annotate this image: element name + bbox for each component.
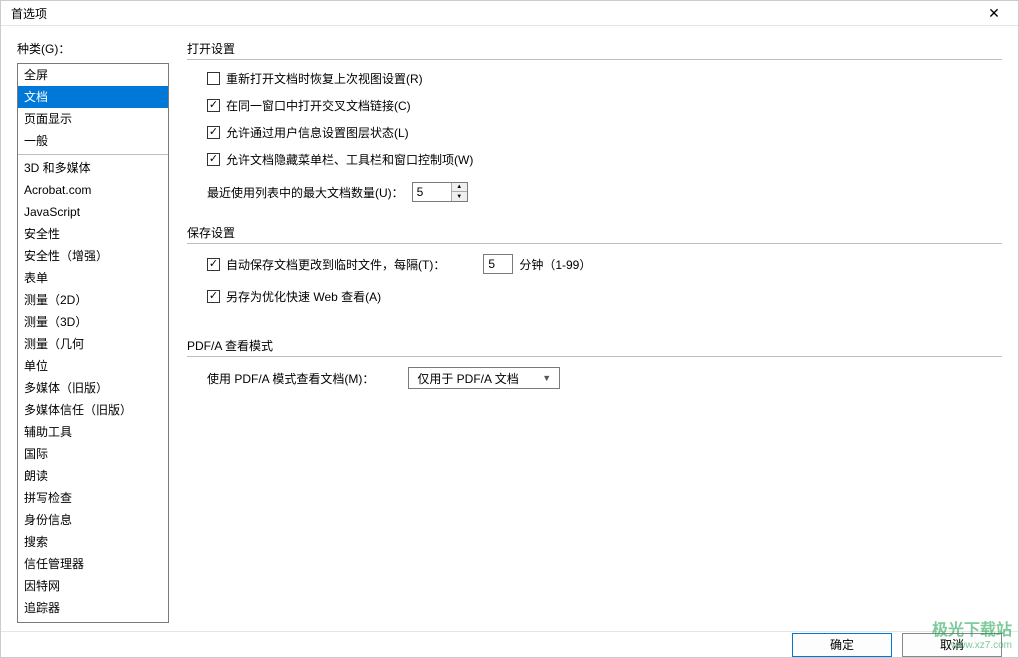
category-item[interactable]: 追踪器 [18,597,168,619]
layer-state-row[interactable]: 允许通过用户信息设置图层状态(L) [207,124,1002,141]
category-item[interactable]: 信任管理器 [18,553,168,575]
fast-web-label: 另存为优化快速 Web 查看(A) [226,288,381,305]
recent-docs-row: 最近使用列表中的最大文档数量(U)： ▲ ▼ [207,182,1002,202]
category-item[interactable]: 辅助工具 [18,421,168,443]
divider [187,59,1002,60]
category-item[interactable]: 3D 和多媒体 [18,157,168,179]
spinner-up-icon[interactable]: ▲ [452,183,467,192]
category-item[interactable]: 拼写检查 [18,487,168,509]
recent-docs-label: 最近使用列表中的最大文档数量(U)： [207,184,404,201]
category-item[interactable]: 国际 [18,443,168,465]
category-item[interactable]: 文档 [18,86,168,108]
divider [187,243,1002,244]
category-column: 种类(G)： 全屏文档页面显示一般 3D 和多媒体Acrobat.comJavaS… [17,40,169,623]
category-item[interactable]: 测量（几何 [18,333,168,355]
open-settings-group: 打开设置 重新打开文档时恢复上次视图设置(R) 在同一窗口中打开交叉文档链接(C… [187,40,1002,202]
restore-view-label: 重新打开文档时恢复上次视图设置(R) [226,70,423,87]
restore-view-row[interactable]: 重新打开文档时恢复上次视图设置(R) [207,70,1002,87]
category-item[interactable]: 单位 [18,355,168,377]
group-title-pdfa: PDF/A 查看模式 [187,337,1002,354]
same-window-label: 在同一窗口中打开交叉文档链接(C) [226,97,411,114]
preferences-window: 首选项 ✕ 种类(G)： 全屏文档页面显示一般 3D 和多媒体Acrobat.co… [0,0,1019,658]
spinner-down-icon[interactable]: ▼ [452,192,467,201]
category-item[interactable]: 朗读 [18,465,168,487]
divider [187,356,1002,357]
autosave-suffix: 分钟（1-99） [519,256,591,273]
category-item[interactable]: 测量（3D） [18,311,168,333]
titlebar: 首选项 ✕ [1,1,1018,26]
autosave-row[interactable]: 自动保存文档更改到临时文件，每隔(T)： 分钟（1-99） [207,254,1002,274]
fast-web-row[interactable]: 另存为优化快速 Web 查看(A) [207,288,1002,305]
category-item[interactable]: 一般 [18,130,168,152]
category-label: 种类(G)： [17,40,169,57]
content-area: 种类(G)： 全屏文档页面显示一般 3D 和多媒体Acrobat.comJavaS… [1,26,1018,631]
pdfa-group: PDF/A 查看模式 使用 PDF/A 模式查看文档(M)： 仅用于 PDF/A… [187,337,1002,389]
category-item[interactable]: 测量（2D） [18,289,168,311]
category-item[interactable]: 全屏 [18,64,168,86]
same-window-row[interactable]: 在同一窗口中打开交叉文档链接(C) [207,97,1002,114]
autosave-prefix: 自动保存文档更改到临时文件，每隔(T)： [226,256,445,273]
checkbox-icon [207,99,220,112]
category-item[interactable]: Acrobat.com [18,179,168,201]
pdfa-mode-select[interactable]: 仅用于 PDF/A 文档 ▼ [408,367,559,389]
category-listbox[interactable]: 全屏文档页面显示一般3D 和多媒体Acrobat.comJavaScript安全… [17,63,169,623]
settings-column: 打开设置 重新打开文档时恢复上次视图设置(R) 在同一窗口中打开交叉文档链接(C… [187,40,1002,623]
close-icon: ✕ [988,5,1000,22]
hide-ui-label: 允许文档隐藏菜单栏、工具栏和窗口控制项(W) [226,151,473,168]
checkbox-icon [207,126,220,139]
category-item[interactable]: JavaScript [18,201,168,223]
category-item[interactable]: 因特网 [18,575,168,597]
checkbox-icon [207,258,220,271]
category-item[interactable]: 安全性 [18,223,168,245]
footer: 确定 取消 [1,631,1018,657]
category-item[interactable]: 多媒体信任（旧版） [18,399,168,421]
category-item[interactable]: 身份信息 [18,509,168,531]
ok-button[interactable]: 确定 [792,633,892,657]
category-item[interactable]: 搜索 [18,531,168,553]
checkbox-icon [207,72,220,85]
close-button[interactable]: ✕ [974,1,1014,25]
group-title-save: 保存设置 [187,224,1002,241]
hide-ui-row[interactable]: 允许文档隐藏菜单栏、工具栏和窗口控制项(W) [207,151,1002,168]
pdfa-mode-value: 仅用于 PDF/A 文档 [417,370,518,387]
category-item[interactable]: 多媒体（旧版） [18,377,168,399]
category-item[interactable]: 表单 [18,267,168,289]
pdfa-mode-label: 使用 PDF/A 模式查看文档(M)： [207,370,374,387]
checkbox-icon [207,290,220,303]
window-title: 首选项 [11,5,47,22]
category-item[interactable]: 页面显示 [18,108,168,130]
save-settings-group: 保存设置 自动保存文档更改到临时文件，每隔(T)： 分钟（1-99） 另存为优化… [187,224,1002,315]
recent-docs-spinner[interactable]: ▲ ▼ [412,182,468,202]
cancel-button[interactable]: 取消 [902,633,1002,657]
recent-docs-input[interactable] [413,183,451,201]
chevron-down-icon: ▼ [539,373,555,383]
group-title-open: 打开设置 [187,40,1002,57]
layer-state-label: 允许通过用户信息设置图层状态(L) [226,124,409,141]
checkbox-icon [207,153,220,166]
list-separator [18,154,168,155]
autosave-interval-input[interactable] [483,254,513,274]
category-item[interactable]: 安全性（增强） [18,245,168,267]
pdfa-mode-row: 使用 PDF/A 模式查看文档(M)： 仅用于 PDF/A 文档 ▼ [207,367,1002,389]
